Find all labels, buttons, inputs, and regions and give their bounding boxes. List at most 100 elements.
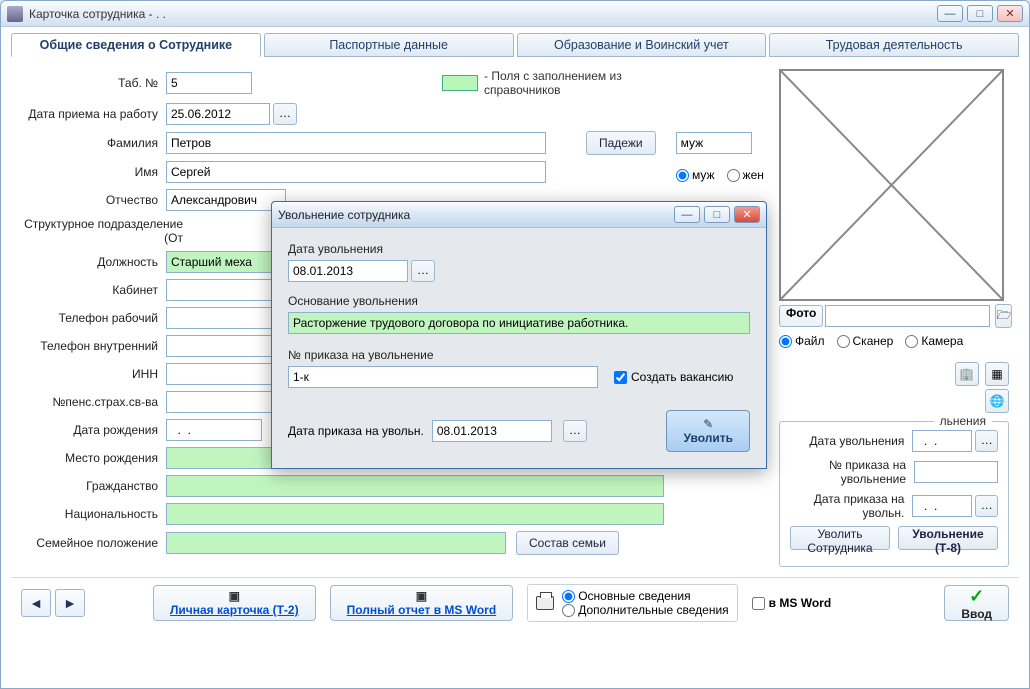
dismissal-group: льнения Дата увольнения … № приказа на у… — [779, 421, 1009, 567]
modal-date-picker-order[interactable]: … — [563, 420, 587, 442]
label-dept: Структурное подразделение (От — [11, 217, 191, 245]
modal-input-fire-date[interactable] — [288, 260, 408, 282]
input-citizenship[interactable] — [166, 475, 664, 497]
input-hire-date[interactable] — [166, 103, 270, 125]
label-position: Должность — [11, 255, 166, 269]
modal-close-button[interactable]: ✕ — [734, 206, 760, 223]
label-name: Имя — [11, 165, 166, 179]
input-order-date[interactable] — [912, 495, 972, 517]
next-button[interactable]: ► — [55, 589, 85, 617]
photo-label: Фото — [779, 305, 823, 327]
modal-minimize-button[interactable]: — — [674, 206, 700, 223]
main-titlebar[interactable]: Карточка сотрудника - . . — □ ✕ — [1, 1, 1029, 27]
input-gender-text[interactable] — [676, 132, 752, 154]
label-birth-place: Место рождения — [11, 451, 166, 465]
tab-education[interactable]: Образование и Воинский учет — [517, 33, 767, 57]
legend-color-box — [442, 75, 478, 91]
label-pens: №пенс.страх.св-ва — [11, 395, 166, 409]
modal-label-order-no: № приказа на увольнение — [288, 348, 750, 362]
bottom-toolbar: ◄ ► ▣ Личная карточка (Т-2) ▣ Полный отч… — [11, 577, 1019, 628]
modal-input-order-date[interactable] — [432, 420, 552, 442]
radio-src-file[interactable]: Файл — [779, 334, 825, 348]
modal-input-reason[interactable] — [288, 312, 750, 334]
globe-icon[interactable]: 🌐 — [985, 389, 1009, 413]
input-marital[interactable] — [166, 532, 506, 554]
dismissal-legend: льнения — [934, 414, 992, 428]
modal-fire-button[interactable]: ✎ Уволить — [666, 410, 750, 452]
input-tab-no[interactable] — [166, 72, 252, 94]
radio-gender-m[interactable]: муж — [676, 168, 715, 182]
label-citizenship: Гражданство — [11, 479, 166, 493]
enter-button[interactable]: ✓ Ввод — [944, 585, 1009, 621]
radio-info-main[interactable]: Основные сведения — [562, 589, 728, 603]
input-position[interactable] — [166, 251, 276, 273]
label-phone-work: Телефон рабочий — [11, 311, 166, 325]
photo-browse-button[interactable]: 🗁 — [995, 304, 1012, 328]
modal-title: Увольнение сотрудника — [278, 208, 674, 222]
main-window: Карточка сотрудника - . . — □ ✕ Общие св… — [0, 0, 1030, 689]
label-tab-no: Таб. № — [11, 76, 166, 90]
radio-gender-f[interactable]: жен — [727, 168, 764, 182]
radio-info-extra[interactable]: Дополнительные сведения — [562, 603, 728, 617]
modal-maximize-button[interactable]: □ — [704, 206, 730, 223]
radio-src-scanner[interactable]: Сканер — [837, 334, 894, 348]
cases-button[interactable]: Падежи — [586, 131, 656, 155]
family-button[interactable]: Состав семьи — [516, 531, 619, 555]
input-surname[interactable] — [166, 132, 546, 154]
printer-icon — [536, 596, 554, 610]
input-office[interactable] — [166, 279, 276, 301]
fire-t8-button[interactable]: Увольнение (Т-8) — [898, 526, 998, 550]
building-icon[interactable]: 🏢 — [955, 362, 979, 386]
input-phone-int[interactable] — [166, 335, 276, 357]
modal-titlebar[interactable]: Увольнение сотрудника — □ ✕ — [272, 202, 766, 228]
label-hire-date: Дата приема на работу — [11, 107, 166, 121]
maximize-button[interactable]: □ — [967, 5, 993, 22]
prev-button[interactable]: ◄ — [21, 589, 51, 617]
legend-hint: - Поля с заполнением из справочников — [484, 69, 644, 97]
date-picker-hire[interactable]: … — [273, 103, 297, 125]
minimize-button[interactable]: — — [937, 5, 963, 22]
tab-work[interactable]: Трудовая деятельность — [769, 33, 1019, 57]
label-marital: Семейное положение — [11, 536, 166, 550]
modal-date-picker-fire[interactable]: … — [411, 260, 435, 282]
label-office: Кабинет — [11, 283, 166, 297]
dismissal-modal: Увольнение сотрудника — □ ✕ Дата увольне… — [271, 201, 767, 469]
label-order-date: Дата приказа на увольн. — [790, 492, 912, 520]
tab-bar: Общие сведения о Сотруднике Паспортные д… — [11, 33, 1019, 57]
date-picker-order[interactable]: … — [975, 495, 998, 517]
label-fire-date: Дата увольнения — [790, 434, 912, 448]
photo-path-input[interactable] — [825, 305, 990, 327]
input-birth-date[interactable] — [166, 419, 262, 441]
t2-button[interactable]: ▣ Личная карточка (Т-2) — [153, 585, 316, 621]
tab-passport[interactable]: Паспортные данные — [264, 33, 514, 57]
modal-label-reason: Основание увольнения — [288, 294, 750, 308]
input-name[interactable] — [166, 161, 546, 183]
label-patronymic: Отчество — [11, 193, 166, 207]
input-fire-date[interactable] — [912, 430, 972, 452]
close-button[interactable]: ✕ — [997, 5, 1023, 22]
input-inn[interactable] — [166, 363, 276, 385]
label-phone-int: Телефон внутренний — [11, 339, 166, 353]
label-surname: Фамилия — [11, 136, 166, 150]
input-patronymic[interactable] — [166, 189, 286, 211]
modal-checkbox-vacancy[interactable]: Создать вакансию — [614, 370, 733, 384]
input-order-no[interactable] — [914, 461, 998, 483]
photo-placeholder — [779, 69, 1004, 301]
label-birth-date: Дата рождения — [11, 423, 166, 437]
label-nationality: Национальность — [11, 507, 166, 521]
tab-general[interactable]: Общие сведения о Сотруднике — [11, 33, 261, 57]
input-nationality[interactable] — [166, 503, 664, 525]
fire-employee-button[interactable]: Уволить Сотрудника — [790, 526, 890, 550]
window-title: Карточка сотрудника - . . — [29, 7, 937, 21]
grid-icon[interactable]: ▦ — [985, 362, 1009, 386]
checkbox-msword[interactable]: в MS Word — [752, 596, 831, 610]
radio-src-camera[interactable]: Камера — [905, 334, 963, 348]
modal-label-order-date: Дата приказа на увольн. — [288, 424, 424, 438]
date-picker-fire[interactable]: … — [975, 430, 998, 452]
app-icon — [7, 6, 23, 22]
input-phone-work[interactable] — [166, 307, 276, 329]
input-pens[interactable] — [166, 391, 276, 413]
modal-label-fire-date: Дата увольнения — [288, 242, 750, 256]
full-report-button[interactable]: ▣ Полный отчет в MS Word — [330, 585, 514, 621]
modal-input-order-no[interactable] — [288, 366, 598, 388]
